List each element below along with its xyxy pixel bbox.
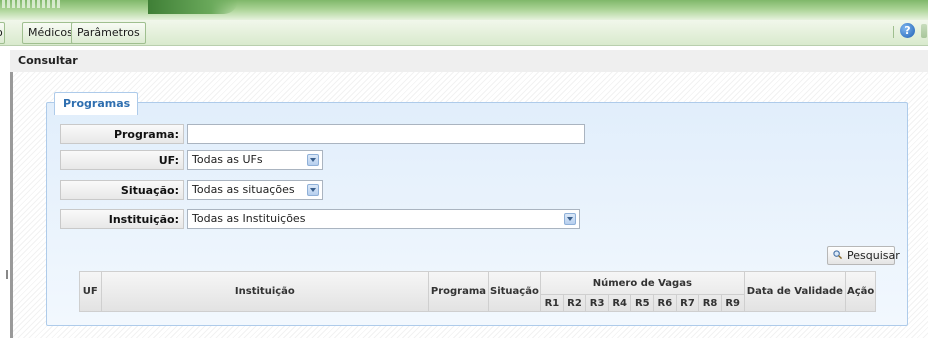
- col-programa[interactable]: Programa: [428, 271, 489, 312]
- panel-legend: Programas: [54, 92, 138, 115]
- uf-label: UF:: [60, 150, 184, 170]
- menu-item-partial[interactable]: o: [0, 22, 5, 44]
- menu-overflow-item[interactable]: [921, 24, 927, 38]
- programa-input[interactable]: [192, 125, 584, 142]
- instituicao-label: Instituição:: [60, 209, 184, 229]
- col-instituicao[interactable]: Instituição: [100, 271, 430, 312]
- situacao-select-value: Todas as situações: [192, 183, 295, 196]
- col-vaga-r6[interactable]: R6: [653, 294, 677, 312]
- results-table: UF Instituição Programa Situação Número …: [79, 271, 876, 312]
- breadcrumb: Consultar: [18, 54, 78, 67]
- situacao-select[interactable]: Todas as situações: [187, 180, 323, 200]
- menu-separator: [893, 26, 894, 38]
- col-vaga-r7[interactable]: R7: [675, 294, 700, 312]
- col-vaga-r3[interactable]: R3: [585, 294, 609, 312]
- panel-legend-text: Programas: [63, 97, 131, 110]
- programa-label: Programa:: [60, 124, 184, 144]
- col-numero-vagas: Número de Vagas: [540, 271, 745, 295]
- col-uf[interactable]: UF: [79, 271, 102, 312]
- top-banner: [0, 0, 928, 20]
- col-vaga-r5[interactable]: R5: [630, 294, 655, 312]
- chevron-down-icon[interactable]: [307, 154, 319, 166]
- menu-bar: o Médicos Parâmetros ?: [0, 20, 928, 46]
- banner-brand: [2, 0, 62, 8]
- uf-select[interactable]: Todas as UFs: [187, 150, 323, 170]
- search-button-label: Pesquisar: [847, 249, 900, 262]
- col-vaga-r2[interactable]: R2: [562, 294, 587, 312]
- splitter-rail[interactable]: [10, 72, 13, 338]
- instituicao-select-value: Todas as Instituições: [192, 212, 306, 225]
- col-situacao[interactable]: Situação: [487, 271, 542, 312]
- col-vaga-r1[interactable]: R1: [540, 294, 564, 312]
- col-vaga-r4[interactable]: R4: [607, 294, 632, 312]
- situacao-label: Situação:: [60, 180, 184, 200]
- col-vaga-r9[interactable]: R9: [720, 294, 745, 312]
- splitter-handle[interactable]: [6, 270, 8, 279]
- search-button[interactable]: Pesquisar: [827, 246, 900, 265]
- uf-select-value: Todas as UFs: [192, 153, 263, 166]
- banner-graphic: [148, 0, 238, 14]
- chevron-down-icon[interactable]: [564, 213, 576, 225]
- search-icon: [833, 250, 842, 259]
- col-vaga-r8[interactable]: R8: [698, 294, 722, 312]
- chevron-down-icon[interactable]: [307, 184, 319, 196]
- programa-field[interactable]: [187, 124, 585, 144]
- col-acao: Ação: [845, 271, 876, 312]
- instituicao-select[interactable]: Todas as Instituições: [187, 209, 580, 229]
- menu-item-parametros[interactable]: Parâmetros: [71, 22, 146, 44]
- col-data-validade[interactable]: Data de Validade: [743, 271, 847, 312]
- breadcrumb-bar: Consultar: [10, 50, 928, 73]
- help-icon[interactable]: ?: [900, 23, 915, 38]
